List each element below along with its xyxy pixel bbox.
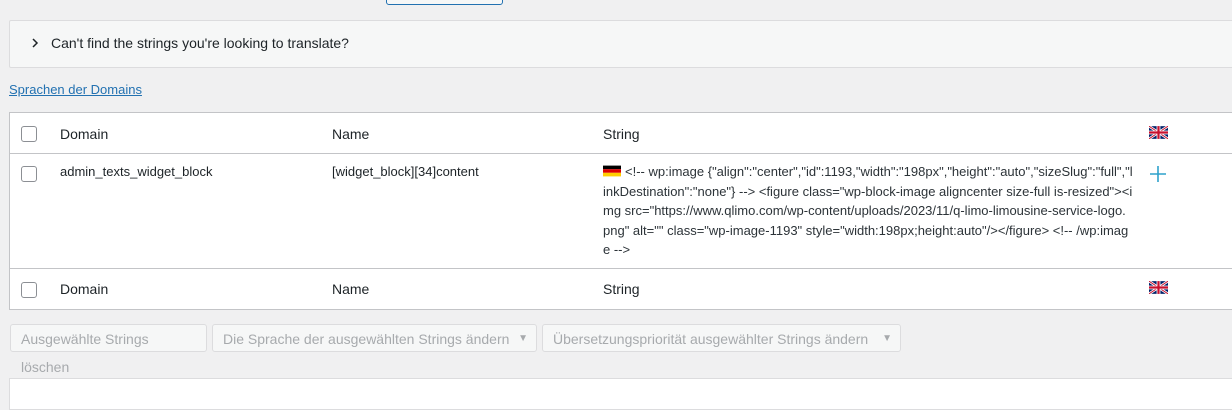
change-language-label: Die Sprache der ausgewählten Strings änd… [223, 331, 510, 347]
table-row: admin_texts_widget_block [widget_block][… [10, 154, 1232, 267]
change-priority-label: Übersetzungspriorität ausgewählter Strin… [553, 331, 869, 347]
column-footer-domain[interactable]: Domain [60, 281, 108, 297]
strings-table: Domain Name String admin_texts_widget_bl… [9, 112, 1232, 310]
bottom-panel [9, 378, 1232, 410]
change-language-select[interactable]: Die Sprache der ausgewählten Strings änd… [212, 324, 537, 352]
table-header-row: Domain Name String [10, 113, 1232, 154]
notice-text: Can't find the strings you're looking to… [51, 35, 349, 51]
change-priority-select[interactable]: Übersetzungspriorität ausgewählter Strin… [542, 324, 901, 352]
delete-selected-button[interactable]: Ausgewählte Strings löschen [10, 324, 207, 375]
row-domain: admin_texts_widget_block [60, 164, 213, 179]
table-footer-row: Domain Name String [10, 268, 1232, 309]
select-all-checkbox-footer[interactable] [21, 282, 37, 298]
dropdown-arrow-icon: ▼ [518, 333, 528, 344]
column-footer-string[interactable]: String [603, 281, 640, 297]
dropdown-arrow-icon: ▼ [882, 333, 892, 344]
de-flag-icon [603, 165, 621, 177]
chevron-right-icon [32, 38, 39, 48]
column-header-name[interactable]: Name [332, 126, 369, 142]
uk-flag-icon [1149, 126, 1168, 139]
column-footer-name[interactable]: Name [332, 281, 369, 297]
languages-of-domains-link[interactable]: Sprachen der Domains [9, 82, 142, 97]
row-name: [widget_block][34]content [332, 164, 479, 179]
row-checkbox[interactable] [21, 166, 37, 182]
column-header-domain[interactable]: Domain [60, 126, 108, 142]
row-string-text: <!-- wp:image {"align":"center","id":119… [603, 164, 1133, 257]
add-translation-plus-icon[interactable] [1148, 164, 1168, 184]
top-button-stub[interactable] [386, 0, 503, 5]
row-string: <!-- wp:image {"align":"center","id":119… [603, 162, 1133, 260]
missing-strings-notice[interactable]: Can't find the strings you're looking to… [9, 20, 1232, 68]
column-header-string[interactable]: String [603, 126, 640, 142]
uk-flag-icon [1149, 281, 1168, 294]
select-all-checkbox[interactable] [21, 126, 37, 142]
